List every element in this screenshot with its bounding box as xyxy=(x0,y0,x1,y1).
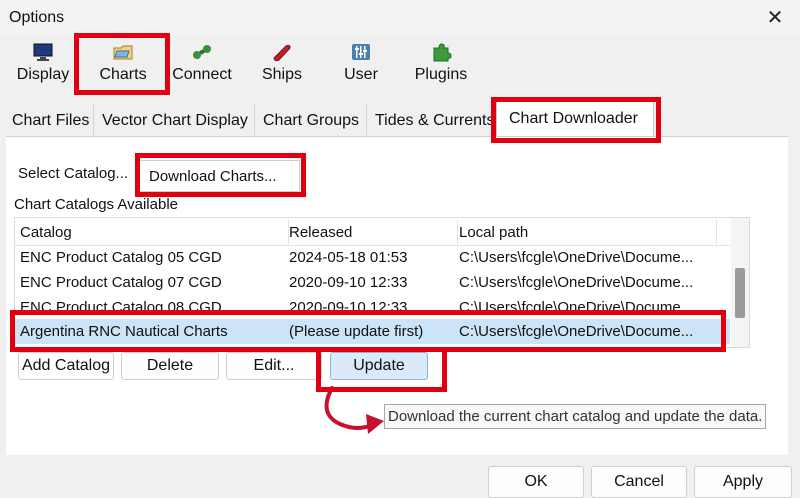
ship-icon xyxy=(273,44,291,62)
monitor-icon xyxy=(33,43,53,61)
released-cell: 2020-09-10 12:33 xyxy=(289,299,408,313)
toolbar-display[interactable]: Display xyxy=(10,38,76,90)
toolbar-label: Charts xyxy=(99,66,147,83)
local-path-cell: C:\Users\fcgle\OneDrive\Docume... xyxy=(459,299,694,313)
local-path-cell: C:\Users\fcgle\OneDrive\Docume... xyxy=(459,323,694,340)
released-cell: 2020-09-10 12:33 xyxy=(289,274,408,291)
scrollbar-thumb[interactable] xyxy=(735,268,745,318)
released-cell: 2024-05-18 01:53 xyxy=(289,249,408,266)
table-row[interactable]: ENC Product Catalog 05 CGD 2024-05-18 01… xyxy=(15,245,730,270)
list-scrollbar[interactable] xyxy=(731,218,749,347)
local-path-cell: C:\Users\fcgle\OneDrive\Docume... xyxy=(459,274,694,291)
catalog-cell: ENC Product Catalog 08 CGD xyxy=(20,299,222,313)
table-header: Catalog Released Local path xyxy=(15,220,730,246)
catalog-cell: Argentina RNC Nautical Charts xyxy=(20,323,228,340)
toolbar-label: Display xyxy=(16,66,70,83)
toolbar-ships[interactable]: Ships xyxy=(254,38,310,90)
update-button[interactable]: Update xyxy=(330,352,428,380)
delete-button[interactable]: Delete xyxy=(121,352,219,380)
puzzle-icon xyxy=(433,43,452,62)
close-icon[interactable]: ✕ xyxy=(764,7,786,29)
tab-chart-groups[interactable]: Chart Groups xyxy=(257,103,367,135)
ok-button[interactable]: OK xyxy=(488,466,584,498)
catalog-cell: ENC Product Catalog 05 CGD xyxy=(20,249,222,266)
tab-tides-currents[interactable]: Tides & Currents xyxy=(369,103,494,135)
title-bar xyxy=(0,0,800,36)
annotation-arrow-icon xyxy=(324,386,384,434)
toolbar-charts[interactable]: Charts xyxy=(90,38,156,90)
toolbar-label: Plugins xyxy=(414,66,468,83)
chart-folder-icon xyxy=(113,45,133,60)
tab-chart-files[interactable]: Chart Files xyxy=(6,103,94,135)
apply-button[interactable]: Apply xyxy=(694,466,792,498)
catalog-list[interactable]: Catalog Released Local path ENC Product … xyxy=(14,217,750,348)
update-tooltip: Download the current chart catalog and u… xyxy=(384,404,767,429)
toolbar-plugins[interactable]: Plugins xyxy=(408,38,474,90)
table-row[interactable]: ENC Product Catalog 08 CGD 2020-09-10 12… xyxy=(15,295,730,313)
released-cell: (Please update first) xyxy=(289,323,424,340)
connect-icon xyxy=(193,45,211,59)
column-header-released[interactable]: Released xyxy=(285,220,458,245)
add-catalog-button[interactable]: Add Catalog xyxy=(18,352,114,380)
window-title: Options xyxy=(9,9,65,26)
tab-vector-chart-display[interactable]: Vector Chart Display xyxy=(96,103,255,135)
toolbar-label: Connect xyxy=(172,66,232,83)
download-charts-tab[interactable]: Download Charts... xyxy=(138,160,300,192)
tab-chart-downloader[interactable]: Chart Downloader xyxy=(496,100,654,136)
column-header-local-path[interactable]: Local path xyxy=(455,220,717,245)
cancel-button[interactable]: Cancel xyxy=(591,466,687,498)
table-row-selected[interactable]: Argentina RNC Nautical Charts (Please up… xyxy=(15,319,730,344)
toolbar-label: User xyxy=(344,66,378,83)
select-catalog-tab[interactable]: Select Catalog... xyxy=(18,165,128,182)
column-header-catalog[interactable]: Catalog xyxy=(15,220,289,245)
toolbar-label: Ships xyxy=(261,66,303,83)
local-path-cell: C:\Users\fcgle\OneDrive\Docume... xyxy=(459,249,694,266)
sliders-icon xyxy=(352,44,370,60)
edit-button[interactable]: Edit... xyxy=(226,352,322,380)
toolbar-user[interactable]: User xyxy=(336,38,386,90)
toolbar-connect[interactable]: Connect xyxy=(168,38,236,90)
catalog-cell: ENC Product Catalog 07 CGD xyxy=(20,274,222,291)
catalogs-label: Chart Catalogs Available xyxy=(14,196,178,213)
table-row[interactable]: ENC Product Catalog 07 CGD 2020-09-10 12… xyxy=(15,270,730,295)
